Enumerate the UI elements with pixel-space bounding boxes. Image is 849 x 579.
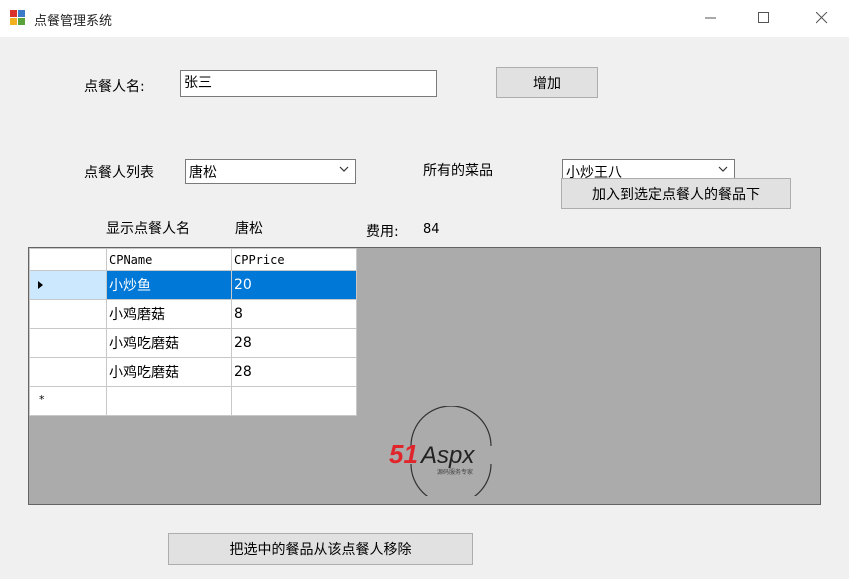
cell-price[interactable]: 28 bbox=[231, 357, 357, 387]
customer-list-combo[interactable]: 唐松 bbox=[185, 159, 356, 184]
column-header-cpprice[interactable]: CPPrice bbox=[231, 248, 357, 271]
cell-price[interactable]: 8 bbox=[231, 299, 357, 329]
new-row[interactable]: * bbox=[29, 386, 357, 416]
cell-price[interactable]: 28 bbox=[231, 328, 357, 358]
customer-name-input[interactable]: 张三 bbox=[180, 70, 437, 97]
cell-name[interactable]: 小鸡吃磨菇 bbox=[106, 357, 232, 387]
cell-price[interactable] bbox=[231, 386, 357, 416]
minimize-icon[interactable] bbox=[688, 0, 734, 36]
all-dishes-label: 所有的菜品 bbox=[423, 163, 493, 179]
table-row[interactable]: 小鸡吃磨菇 28 bbox=[29, 357, 357, 387]
dishes-grid[interactable]: CPName CPPrice 小炒鱼 20 小鸡磨菇 8 小鸡吃磨菇 28 小鸡… bbox=[28, 247, 821, 505]
row-header[interactable] bbox=[29, 328, 107, 358]
watermark-logo: 51 Aspx 源码服务专家 bbox=[389, 406, 492, 496]
fee-label: 费用: bbox=[366, 224, 399, 240]
cell-name[interactable]: 小炒鱼 bbox=[106, 270, 232, 300]
new-row-marker: * bbox=[39, 393, 45, 406]
column-header-cpname[interactable]: CPName bbox=[106, 248, 232, 271]
table-row[interactable]: 小炒鱼 20 bbox=[29, 270, 357, 300]
chevron-down-icon bbox=[339, 166, 349, 172]
close-icon[interactable] bbox=[799, 0, 845, 36]
maximize-icon[interactable] bbox=[741, 0, 787, 36]
grid-table: CPName CPPrice 小炒鱼 20 小鸡磨菇 8 小鸡吃磨菇 28 小鸡… bbox=[29, 248, 357, 416]
grid-header-row: CPName CPPrice bbox=[29, 248, 357, 271]
cell-name[interactable]: 小鸡磨菇 bbox=[106, 299, 232, 329]
table-row[interactable]: 小鸡吃磨菇 28 bbox=[29, 328, 357, 358]
grid-corner-cell[interactable] bbox=[29, 248, 107, 271]
customer-name-label: 点餐人名: bbox=[84, 79, 145, 95]
add-button[interactable]: 增加 bbox=[496, 67, 598, 98]
remove-button[interactable]: 把选中的餐品从该点餐人移除 bbox=[168, 533, 473, 565]
app-icon bbox=[10, 10, 26, 26]
fee-value: 84 bbox=[423, 222, 440, 237]
chevron-down-icon bbox=[718, 166, 728, 172]
table-row[interactable]: 小鸡磨菇 8 bbox=[29, 299, 357, 329]
show-name-value: 唐松 bbox=[235, 221, 263, 237]
window-title: 点餐管理系统 bbox=[34, 14, 113, 29]
cell-name[interactable]: 小鸡吃磨菇 bbox=[106, 328, 232, 358]
customer-list-value: 唐松 bbox=[189, 165, 217, 181]
show-name-label: 显示点餐人名 bbox=[106, 221, 190, 237]
brand-subtitle: 源码服务专家 bbox=[437, 468, 473, 476]
row-header[interactable] bbox=[29, 299, 107, 329]
add-to-customer-button[interactable]: 加入到选定点餐人的餐品下 bbox=[561, 178, 791, 209]
row-header[interactable]: * bbox=[29, 386, 107, 416]
cell-price[interactable]: 20 bbox=[231, 270, 357, 300]
customer-list-label: 点餐人列表 bbox=[84, 165, 154, 181]
title-bar: 点餐管理系统 bbox=[0, 0, 849, 37]
current-row-arrow-icon bbox=[38, 281, 43, 289]
row-header[interactable] bbox=[29, 270, 107, 300]
brand-aspx: Aspx bbox=[419, 442, 475, 469]
brand-51: 51 bbox=[389, 439, 418, 469]
row-header[interactable] bbox=[29, 357, 107, 387]
cell-name[interactable] bbox=[106, 386, 232, 416]
